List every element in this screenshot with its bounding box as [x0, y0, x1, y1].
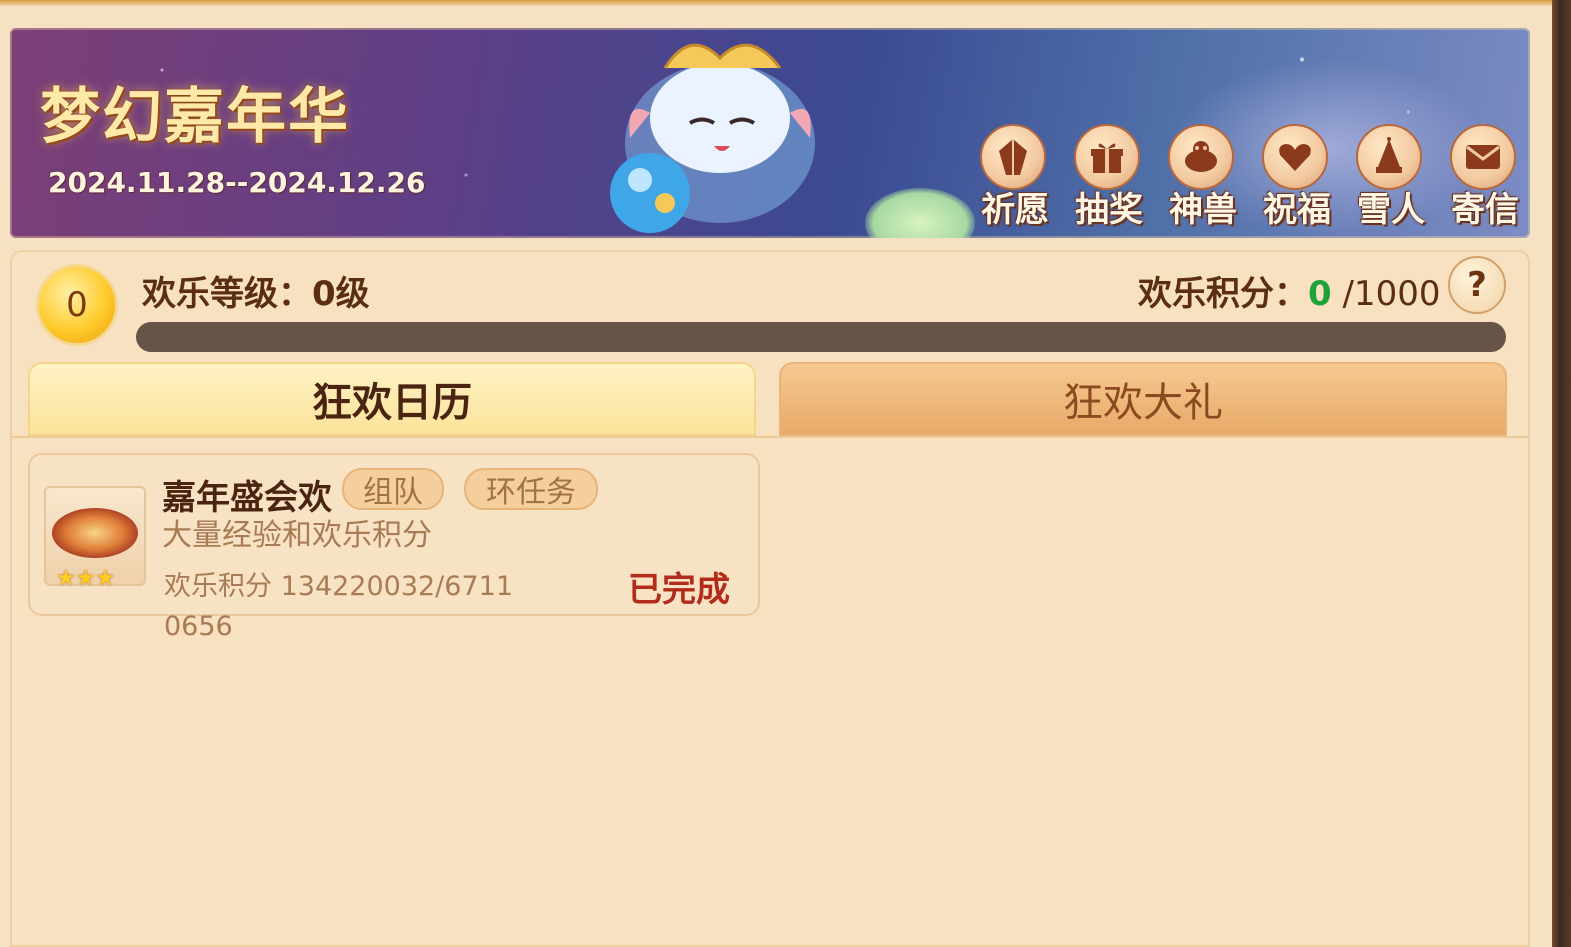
mascot-dragon-icon: [610, 43, 815, 233]
envelope-icon: [1450, 124, 1516, 190]
task-points: 欢乐积分 134220032/67110656: [164, 571, 513, 642]
joy-points-current: 0: [1308, 274, 1332, 314]
nav-label: 祝福: [1263, 190, 1331, 230]
event-title: 梦幻嘉年华: [40, 82, 350, 152]
tab-carnival-calendar[interactable]: 狂欢日历: [28, 362, 756, 436]
joy-level: 欢乐等级：0级: [142, 274, 370, 314]
task-description: 大量经验和欢乐积分: [162, 518, 432, 553]
nav-item-blessing[interactable]: 祝福: [1252, 124, 1346, 238]
tab-carnival-gifts[interactable]: 狂欢大礼: [779, 362, 1507, 436]
nav-label: 抽奖: [1075, 190, 1143, 230]
gift-icon: [1074, 124, 1140, 190]
crystal-icon: [980, 124, 1046, 190]
nav-item-snowman[interactable]: 雪人: [1346, 124, 1440, 238]
tag-team: 组队: [342, 468, 444, 510]
tag-ring-task: 环任务: [464, 468, 598, 510]
feast-thumbnail: ★★★: [44, 486, 146, 591]
nav-item-lottery[interactable]: 抽奖: [1064, 124, 1158, 238]
event-banner: 梦幻嘉年华 2024.11.28--2024.12.26 祈愿 抽奖 神兽 祝福…: [10, 28, 1530, 238]
nav-item-wish[interactable]: 祈愿: [970, 124, 1064, 238]
nav-label: 寄信: [1451, 190, 1519, 230]
joy-points: 欢乐积分：0 /1000: [1138, 266, 1440, 315]
beast-icon: [1168, 124, 1234, 190]
heart-icon: [1262, 124, 1328, 190]
difficulty-stars: ★★★: [56, 566, 116, 591]
window-top-edge: [0, 0, 1571, 6]
feast-icon: [52, 508, 138, 558]
level-badge: 0: [36, 264, 118, 346]
task-status: 已完成: [628, 570, 730, 610]
snowman-icon: [1356, 124, 1422, 190]
nav-item-mail[interactable]: 寄信: [1440, 124, 1530, 238]
game-window: 梦幻嘉年华 2024.11.28--2024.12.26 祈愿 抽奖 神兽 祝福…: [0, 0, 1571, 947]
nav-label: 雪人: [1357, 190, 1425, 230]
banner-nav: 祈愿 抽奖 神兽 祝福 雪人 寄信: [970, 124, 1530, 238]
tab-divider: [12, 436, 1528, 438]
event-date-range: 2024.11.28--2024.12.26: [48, 166, 426, 199]
nav-label: 祈愿: [981, 190, 1049, 230]
joy-progress-bar: [136, 322, 1506, 352]
background-scene-edge: [1552, 0, 1571, 947]
help-button[interactable]: ?: [1448, 256, 1506, 314]
joy-points-label: 欢乐积分：: [1138, 274, 1308, 314]
nav-label: 神兽: [1169, 190, 1237, 230]
joy-points-max: /1000: [1331, 274, 1441, 314]
nav-item-beast[interactable]: 神兽: [1158, 124, 1252, 238]
